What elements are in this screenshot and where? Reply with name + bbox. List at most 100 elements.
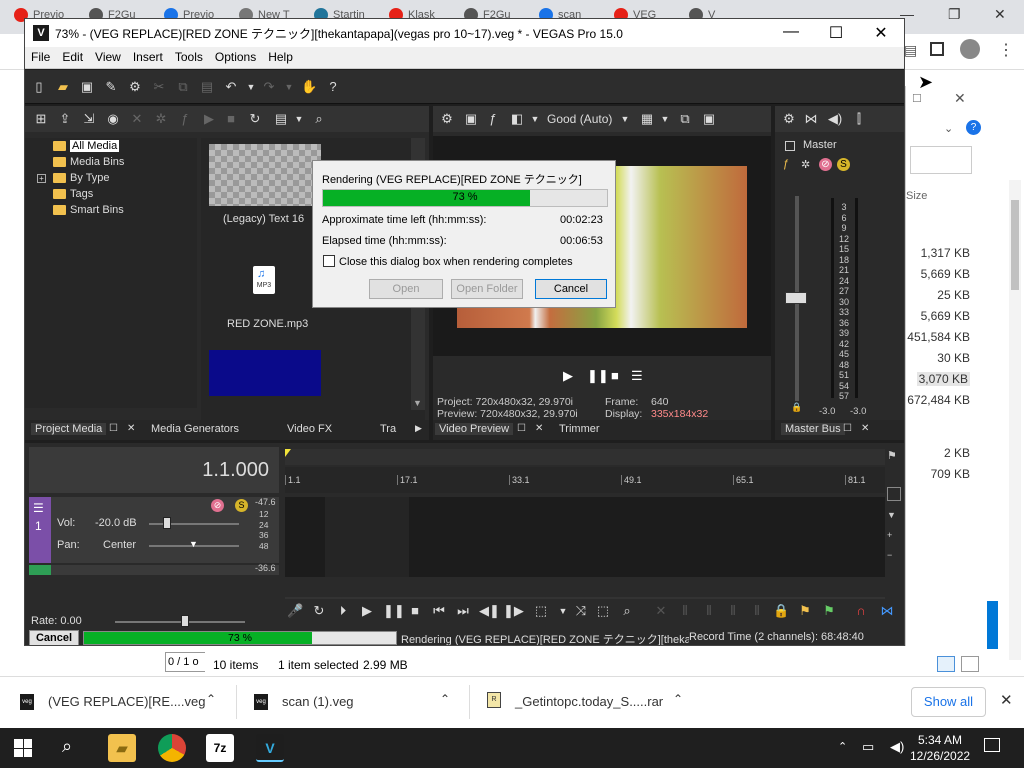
chrome-icon[interactable] [158,734,186,762]
zoom-out-icon[interactable]: − [887,545,896,565]
size-column-header[interactable]: Size [906,190,927,202]
7zip-icon[interactable]: 7z [206,734,234,762]
menu-tools[interactable]: Tools [169,47,209,67]
help-icon[interactable]: ? [966,120,981,135]
chevron-up-icon[interactable]: ⌃ [673,692,683,706]
maximize-icon[interactable]: ☐ [821,23,851,43]
snapping-icon[interactable]: ∩ [853,603,869,619]
envelope-tool-icon[interactable]: ⤨ [573,603,589,619]
stop-icon[interactable]: ■ [611,368,619,383]
marker-icon[interactable]: ⚑ [797,603,813,619]
get-media-icon[interactable]: ⇲ [81,111,97,127]
normal-edit-tool-icon[interactable]: ⬚ [533,603,549,619]
go-to-start-icon[interactable]: ⏮ [431,603,447,619]
scrollbar[interactable] [1009,180,1021,660]
track-color-strip[interactable] [29,565,51,575]
chevron-down-icon[interactable]: ▼ [291,111,307,127]
search-icon[interactable]: ⌕ [311,111,327,127]
chevron-down-icon[interactable]: ⌄ [944,122,953,135]
maximize-icon[interactable]: ☐ [912,92,922,105]
chevron-up-icon[interactable]: ⌃ [206,692,216,706]
disc-icon[interactable]: ◉ [105,111,121,127]
play-icon[interactable]: ▶ [201,111,217,127]
clock-date[interactable]: 12/26/2022 [910,749,970,763]
tree-item-all-media[interactable]: All Media [53,140,120,156]
marker-icon[interactable]: ⚑ [887,449,897,462]
open-icon[interactable]: ▰ [55,79,71,95]
fx-icon[interactable]: ƒ [783,158,789,170]
loop-marker-icon[interactable] [285,449,291,457]
start-icon[interactable] [14,739,32,757]
bookmark-icon[interactable]: ▤ [904,42,917,59]
zoom-tool-icon[interactable]: ⌕ [619,603,635,619]
tab-media-generators[interactable]: Media Generators [151,423,239,435]
close-icon[interactable]: ✕ [861,423,869,434]
details-view-icon[interactable] [937,656,955,672]
zoom-in-icon[interactable]: + [887,525,896,545]
fx-icon[interactable]: ƒ [177,111,193,127]
show-all-button[interactable]: Show all [911,687,986,717]
chevron-down-icon[interactable]: ▼ [527,111,543,127]
undock-icon[interactable]: ☐ [109,423,118,434]
tab-trimmer[interactable]: Trimmer [559,423,600,435]
tree-item-smart-bins[interactable]: Smart Bins [53,204,124,220]
close-icon[interactable]: ✕ [535,423,543,434]
undo-icon[interactable]: ↶ [223,79,239,95]
play-icon[interactable]: ▶ [563,368,573,384]
fx-icon[interactable]: ƒ [485,111,501,127]
save-icon[interactable]: ▣ [79,79,95,95]
selection-tool-icon[interactable]: ⬚ [595,603,611,619]
clock-time[interactable]: 5:34 AM [910,733,970,747]
auto-preview-icon[interactable]: ↻ [247,111,263,127]
device-icon[interactable]: ▣ [463,111,479,127]
cancel-button[interactable]: Cancel [29,630,79,645]
tree-item-by-type[interactable]: + By Type [37,172,110,188]
solo-icon[interactable]: S [235,499,248,512]
remove-icon[interactable]: ✕ [129,111,145,127]
split-screen-icon[interactable]: ◧ [509,111,525,127]
play-from-start-icon[interactable]: ⏵ [335,603,351,619]
tab-project-media[interactable]: Project Media [31,423,107,435]
stop-icon[interactable]: ■ [407,603,423,619]
pause-icon[interactable]: ❚❚ [587,368,609,384]
close-icon[interactable]: ✕ [954,90,966,107]
notification-icon[interactable] [984,738,1000,752]
split-icon[interactable]: ⫴ [749,603,765,619]
menu-icon[interactable]: ☰ [33,501,44,515]
import-media-icon[interactable]: ⊞ [33,111,49,127]
capture-icon[interactable]: ⇪ [57,111,73,127]
tiles-view-icon[interactable] [961,656,979,672]
copy-snapshot-icon[interactable]: ⧉ [677,111,693,127]
text-media-thumbnail[interactable] [209,144,321,206]
hand-icon[interactable]: ✋ [301,79,317,95]
menu-help[interactable]: Help [262,47,299,67]
solo-icon[interactable]: S [837,158,850,171]
chevron-down-icon[interactable]: ▼ [617,111,633,127]
gear-icon[interactable]: ✲ [801,158,810,171]
trim-start-icon[interactable]: ⫴ [701,603,717,619]
vol-slider-handle[interactable] [163,517,171,529]
chevron-up-icon[interactable]: ⌃ [838,740,847,753]
tree-item-tags[interactable]: Tags [53,188,93,204]
chevron-up-icon[interactable]: ⌃ [440,692,450,706]
master-toggle-icon[interactable] [785,141,795,151]
views-icon[interactable]: ▤ [273,111,289,127]
go-to-end-icon[interactable]: ⏭ [455,603,471,619]
play-icon[interactable]: ▶ [359,603,375,619]
downmix-icon[interactable]: ⋈ [803,111,819,127]
menu-file[interactable]: File [25,47,56,67]
cancel-render-button[interactable]: Cancel [535,279,607,299]
copy-icon[interactable]: ⧉ [175,79,191,95]
save-snapshot-icon[interactable]: ▣ [701,111,717,127]
speaker-icon[interactable]: ◀) [827,111,843,127]
mute-icon[interactable]: ⊘ [819,158,832,171]
close-icon[interactable]: ✕ [866,23,896,43]
network-icon[interactable]: ▭ [862,739,874,755]
chevron-right-icon[interactable]: ▶ [415,423,422,434]
timeline-ruler[interactable]: 1.1 17.1 33.1 49.1 65.1 81.1 [285,467,885,493]
overlays-icon[interactable]: ▦ [639,111,655,127]
mp3-file-icon[interactable]: MP3 ♫ [253,266,275,294]
preview-quality-select[interactable]: Good (Auto) [547,112,612,126]
track-lane[interactable] [285,497,885,577]
delete-icon[interactable]: ✕ [653,603,669,619]
